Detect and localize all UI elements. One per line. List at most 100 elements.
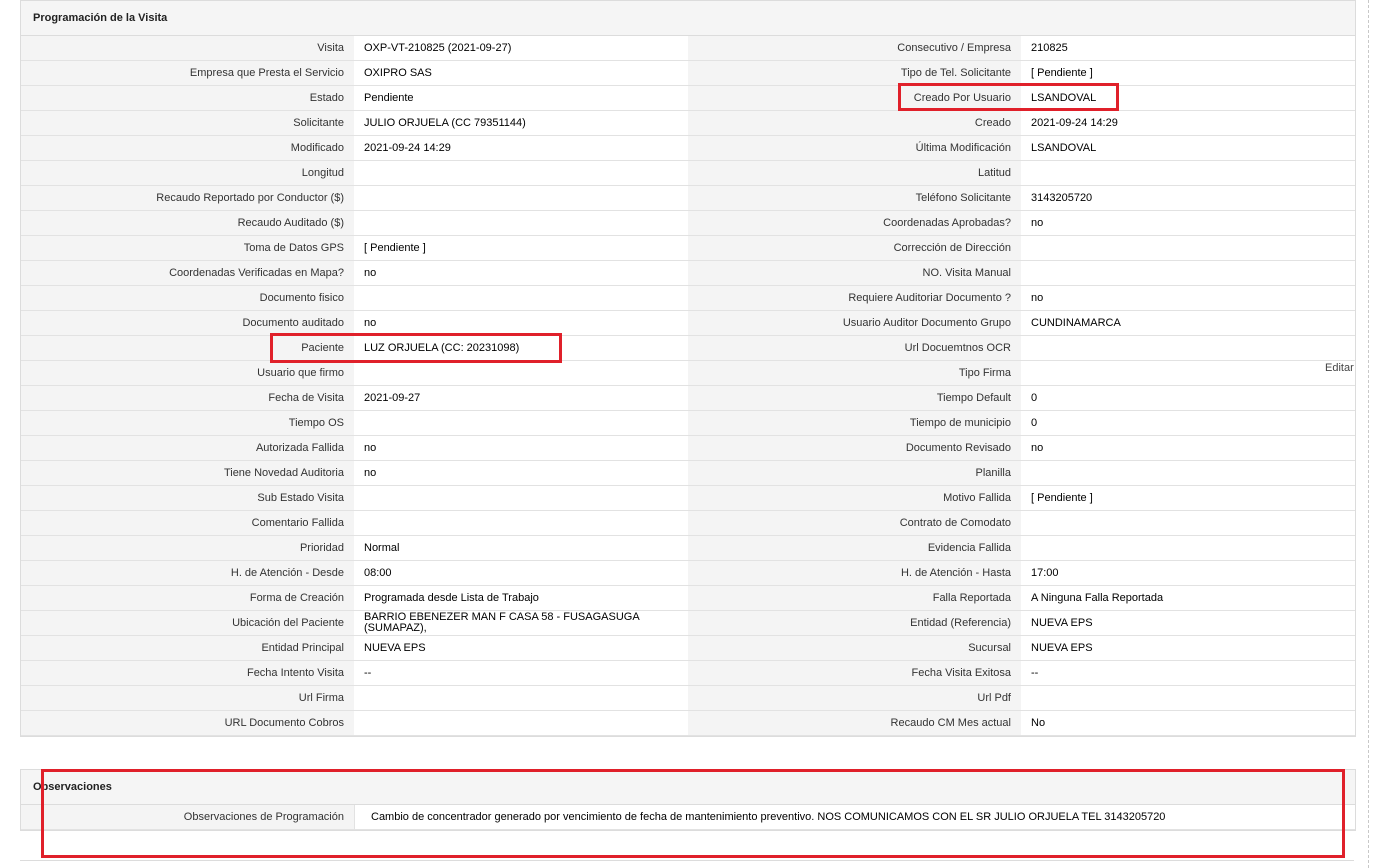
field-value: [354, 186, 689, 211]
field-label: Autorizada Fallida: [21, 436, 355, 461]
field-label: Evidencia Fallida: [688, 536, 1022, 561]
field-value: NUEVA EPS: [354, 636, 689, 661]
field-value: BARRIO EBENEZER MAN F CASA 58 - FUSAGASU…: [354, 611, 689, 636]
field-label: Url Firma: [21, 686, 355, 711]
field-value: [ Pendiente ]: [1021, 486, 1355, 511]
field-label: Motivo Fallida: [688, 486, 1022, 511]
field-label: Estado: [21, 86, 355, 111]
field-label: H. de Atención - Hasta: [688, 561, 1022, 586]
field-value: [354, 711, 689, 736]
field-label: Fecha Intento Visita: [21, 661, 355, 686]
field-value: [354, 411, 689, 436]
field-value: 2021-09-27: [354, 386, 689, 411]
field-value: [354, 211, 689, 236]
field-label: Tiempo OS: [21, 411, 355, 436]
field-label: Empresa que Presta el Servicio: [21, 61, 355, 86]
field-value: [1021, 511, 1355, 536]
field-value: no: [354, 461, 689, 486]
field-value: 08:00: [354, 561, 689, 586]
field-value: [354, 686, 689, 711]
field-value: 0: [1021, 386, 1355, 411]
field-label: Coordenadas Verificadas en Mapa?: [21, 261, 355, 286]
field-label: Corrección de Dirección: [688, 236, 1022, 261]
field-label: Creado: [688, 111, 1022, 136]
observations-row: Observaciones de Programación Cambio de …: [21, 805, 1355, 830]
field-value: OXP-VT-210825 (2021-09-27): [354, 36, 689, 61]
field-value: 2021-09-24 14:29: [354, 136, 689, 161]
field-value: A Ninguna Falla Reportada: [1021, 586, 1355, 611]
field-value: 0: [1021, 411, 1355, 436]
page-edge-divider: [1368, 0, 1369, 868]
field-label: Usuario que firmo: [21, 361, 355, 386]
field-value: --: [354, 661, 689, 686]
field-label: Teléfono Solicitante: [688, 186, 1022, 211]
field-label: Falla Reportada: [688, 586, 1022, 611]
field-label: Fecha Visita Exitosa: [688, 661, 1022, 686]
field-value: [1021, 361, 1355, 386]
field-value: [354, 486, 689, 511]
field-label: Creado Por Usuario: [688, 86, 1022, 111]
field-value: [1021, 536, 1355, 561]
field-label: Documento Revisado: [688, 436, 1022, 461]
visit-schedule-panel: Programación de la Visita Visita OXP-VT-2…: [20, 0, 1356, 737]
field-label: Entidad (Referencia): [688, 611, 1022, 636]
field-value: 2021-09-24 14:29: [1021, 111, 1355, 136]
field-value: no: [1021, 436, 1355, 461]
field-label: Longitud: [21, 161, 355, 186]
field-label: Toma de Datos GPS: [21, 236, 355, 261]
field-label: Documento auditado: [21, 311, 355, 336]
field-value: JULIO ORJUELA (CC 79351144): [354, 111, 689, 136]
field-value: --: [1021, 661, 1355, 686]
edit-link[interactable]: Editar: [1325, 362, 1354, 374]
field-value: OXIPRO SAS: [354, 61, 689, 86]
field-value: Pendiente: [354, 86, 689, 111]
field-value: [1021, 336, 1355, 361]
next-panel-edge: [20, 860, 1354, 861]
field-label: Tiempo Default: [688, 386, 1022, 411]
observations-title: Observaciones: [21, 770, 1355, 805]
field-value: [ Pendiente ]: [1021, 61, 1355, 86]
field-label: Coordenadas Aprobadas?: [688, 211, 1022, 236]
field-value: [354, 361, 689, 386]
field-label: Forma de Creación: [21, 586, 355, 611]
field-label: Entidad Principal: [21, 636, 355, 661]
field-label: Recaudo Reportado por Conductor ($): [21, 186, 355, 211]
field-value: 17:00: [1021, 561, 1355, 586]
field-label: Ubicación del Paciente: [21, 611, 355, 636]
field-value: [1021, 161, 1355, 186]
field-label: Solicitante: [21, 111, 355, 136]
field-label: Última Modificación: [688, 136, 1022, 161]
field-label: Paciente: [21, 336, 355, 361]
field-label: Prioridad: [21, 536, 355, 561]
field-label: Modificado: [21, 136, 355, 161]
field-value: [1021, 686, 1355, 711]
field-label: Sucursal: [688, 636, 1022, 661]
field-value: [354, 161, 689, 186]
field-value: [1021, 461, 1355, 486]
field-label: Contrato de Comodato: [688, 511, 1022, 536]
field-label: Fecha de Visita: [21, 386, 355, 411]
field-label: Visita: [21, 36, 355, 61]
field-value: no: [354, 436, 689, 461]
field-label: Usuario Auditor Documento Grupo: [688, 311, 1022, 336]
field-label: Consecutivo / Empresa: [688, 36, 1022, 61]
field-label: Tipo de Tel. Solicitante: [688, 61, 1022, 86]
field-label: Recaudo Auditado ($): [21, 211, 355, 236]
field-label: Comentario Fallida: [21, 511, 355, 536]
field-value: NUEVA EPS: [1021, 611, 1355, 636]
field-value: no: [354, 311, 689, 336]
field-value: [ Pendiente ]: [354, 236, 689, 261]
field-label: H. de Atención - Desde: [21, 561, 355, 586]
field-value: [1021, 236, 1355, 261]
field-label: Tiene Novedad Auditoria: [21, 461, 355, 486]
field-value: LUZ ORJUELA (CC: 20231098): [354, 336, 689, 361]
field-label: Latitud: [688, 161, 1022, 186]
field-value: CUNDINAMARCA: [1021, 311, 1355, 336]
field-value: [1021, 261, 1355, 286]
field-value: LSANDOVAL: [1021, 136, 1355, 161]
field-label: Recaudo CM Mes actual: [688, 711, 1022, 736]
field-value: Programada desde Lista de Trabajo: [354, 586, 689, 611]
field-value: no: [1021, 286, 1355, 311]
field-value: LSANDOVAL: [1021, 86, 1355, 111]
visit-details-grid: Visita OXP-VT-210825 (2021-09-27) Consecut…: [21, 36, 1355, 736]
